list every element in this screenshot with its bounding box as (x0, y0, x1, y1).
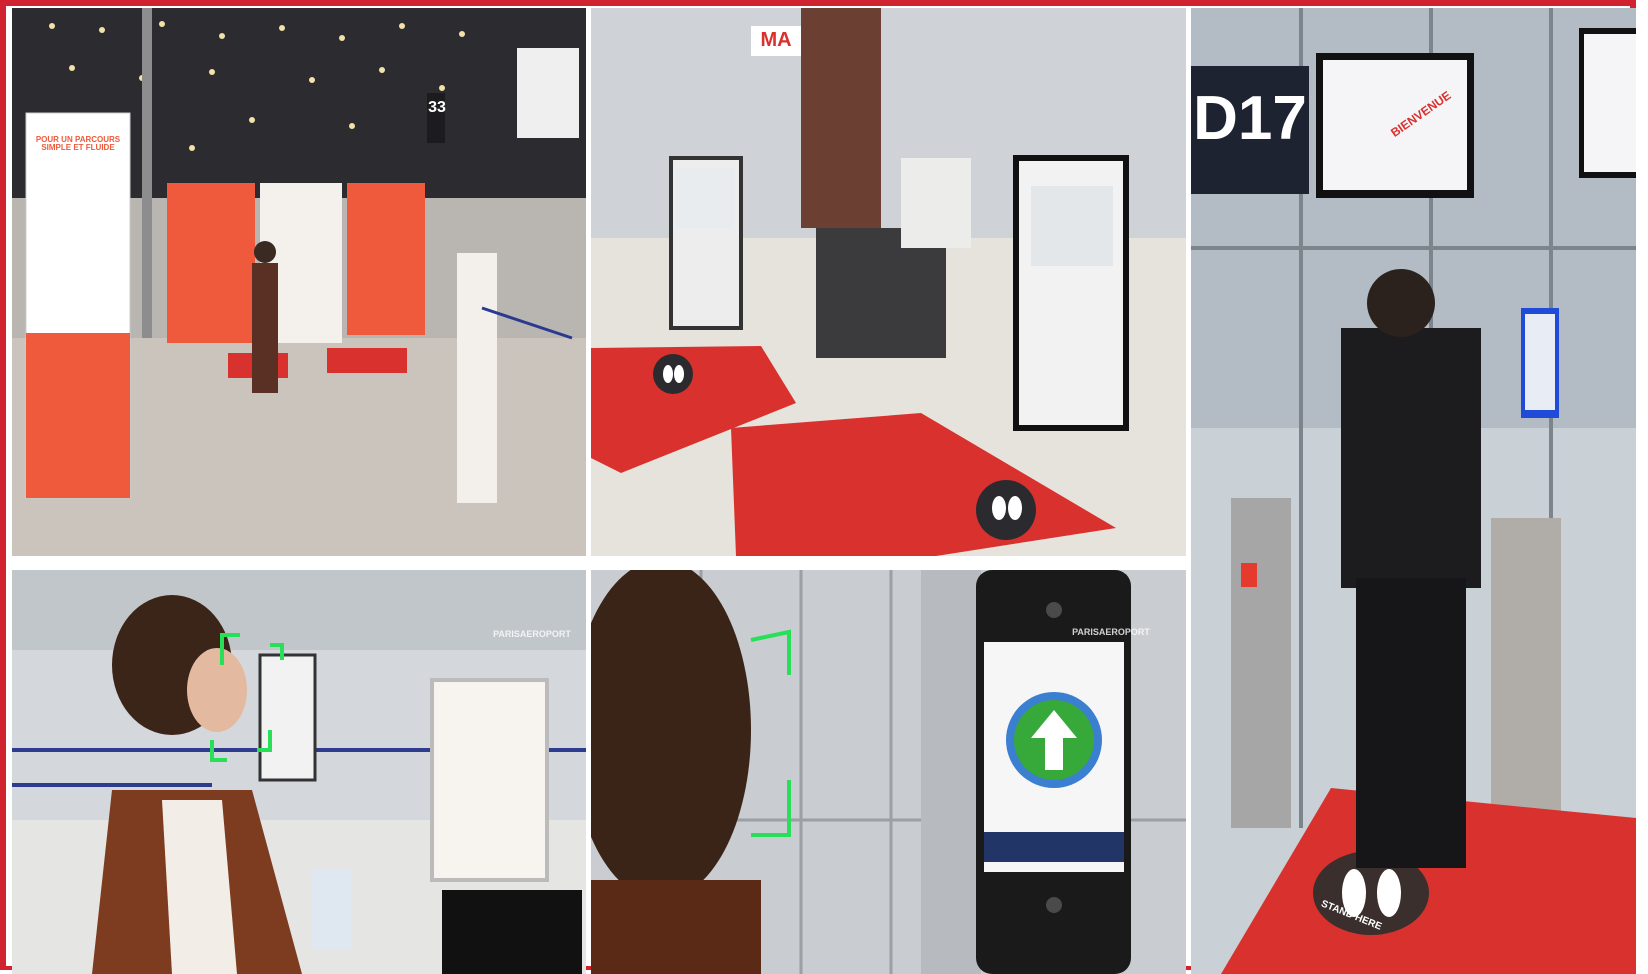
photo-face-scan-closeup: PARISAEROPORT (591, 570, 1186, 974)
photo-boarding-gate: D17 BIENVENUE (1191, 8, 1636, 974)
gate-number: D17 (1193, 84, 1307, 153)
terminal-banners-scene (12, 8, 586, 556)
watermark-p4: PARISAEROPORT (493, 629, 571, 639)
checkin-kiosks-scene (591, 8, 1186, 556)
collage-frame: POUR UN PARCOURS SIMPLE ET FLUIDE 33 MA (0, 0, 1636, 974)
pillar-number: 33 (428, 99, 446, 116)
banner-title: POUR UN PARCOURS SIMPLE ET FLUIDE (35, 135, 121, 153)
watermark-p5: PARISAEROPORT (1072, 627, 1150, 637)
photo-terminal-banners: POUR UN PARCOURS SIMPLE ET FLUIDE 33 (12, 8, 586, 556)
up-arrow-icon (1006, 692, 1102, 788)
sign-logo: MA (760, 29, 792, 51)
photo-checkin-kiosks: MA (591, 8, 1186, 556)
photo-face-scan-woman: PARISAEROPORT (12, 570, 586, 974)
